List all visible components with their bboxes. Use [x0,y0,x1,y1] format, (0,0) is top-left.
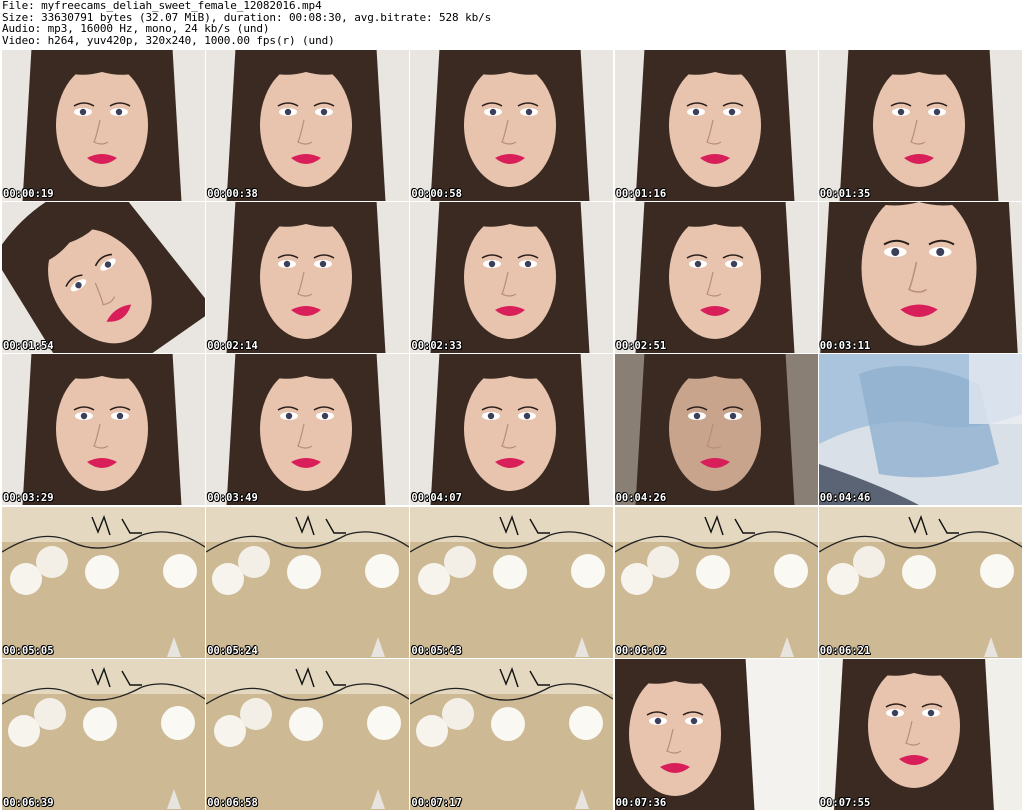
video-thumbnail: 00:06:58 [206,658,410,810]
thumbnail-timestamp: 00:01:35 [819,188,871,200]
thumbnail-grid: 00:00:19 00:00:38 00:00:58 00:01:16 00:0… [2,50,1022,810]
thumbnail-image [206,354,410,506]
thumbnail-timestamp: 00:01:54 [3,340,54,353]
thumbnail-image [818,506,1022,658]
thumbnail-timestamp: 00:06:02 [615,644,667,657]
thumbnail-image [206,506,410,658]
thumbnail-timestamp: 00:06:21 [819,644,871,657]
thumbnail-image [206,658,410,810]
thumbnail-image [410,202,614,354]
thumbnail-image [2,202,205,354]
thumbnail-image [2,658,205,810]
thumbnail-image [818,354,1022,506]
video-thumbnail: 00:06:02 [614,506,818,658]
thumbnail-timestamp: 00:02:33 [411,340,462,353]
thumbnail-image [2,506,205,658]
video-thumbnail: 00:05:43 [410,506,614,658]
thumbnail-timestamp: 00:02:51 [615,340,667,353]
video-line: Video: h264, yuv420p, 320x240, 1000.00 f… [2,33,335,47]
thumbnail-timestamp: 00:00:38 [207,188,258,200]
thumbnail-image [614,202,818,354]
video-thumbnail: 00:05:05 [2,506,205,658]
video-thumbnail: 00:01:54 [2,202,205,354]
video-thumbnail: 00:07:17 [410,658,614,810]
video-thumbnail: 00:04:07 [410,354,614,506]
thumbnail-timestamp: 00:07:17 [411,796,462,809]
thumbnail-timestamp: 00:06:39 [3,796,54,809]
thumbnail-image [818,202,1022,354]
thumbnail-timestamp: 00:06:58 [207,796,258,809]
file-name-line: File: myfreecams_deliah_sweet_female_120… [2,0,322,12]
thumbnail-timestamp: 00:00:58 [411,188,462,200]
thumbnail-image [818,50,1022,201]
thumbnail-image [818,658,1022,810]
video-thumbnail: 00:06:21 [818,506,1022,658]
video-thumbnail: 00:07:36 [614,658,818,810]
video-thumbnail: 00:02:33 [410,202,614,354]
thumbnail-image [410,506,614,658]
thumbnail-image [614,506,818,658]
video-thumbnail: 00:03:11 [818,202,1022,354]
thumbnail-image [2,354,205,506]
video-thumbnail: 00:00:38 [206,50,410,201]
thumbnail-timestamp: 00:05:24 [207,644,258,657]
thumbnail-timestamp: 00:03:11 [819,340,871,353]
thumbnail-image [410,50,614,201]
file-info-header: File: myfreecams_deliah_sweet_female_120… [2,0,491,46]
video-thumbnail: 00:04:46 [818,354,1022,506]
video-thumbnail: 00:00:19 [2,50,205,201]
thumbnail-timestamp: 00:04:26 [615,492,667,505]
thumbnail-image [206,202,410,354]
video-thumbnail: 00:03:49 [206,354,410,506]
video-thumbnail: 00:01:35 [818,50,1022,201]
thumbnail-timestamp: 00:00:19 [3,188,54,200]
thumbnail-timestamp: 00:05:05 [3,644,54,657]
video-thumbnail: 00:02:51 [614,202,818,354]
video-thumbnail: 00:05:24 [206,506,410,658]
thumbnail-image [206,50,410,201]
thumbnail-image [614,658,818,810]
video-thumbnail: 00:03:29 [2,354,205,506]
thumbnail-timestamp: 00:04:07 [411,492,462,505]
thumbnail-timestamp: 00:03:29 [3,492,54,505]
thumbnail-timestamp: 00:02:14 [207,340,258,353]
video-thumbnail: 00:00:58 [410,50,614,201]
video-thumbnail: 00:04:26 [614,354,818,506]
video-thumbnail: 00:07:55 [818,658,1022,810]
thumbnail-image [614,50,818,201]
thumbnail-timestamp: 00:03:49 [207,492,258,505]
thumbnail-timestamp: 00:01:16 [615,188,667,200]
audio-line: Audio: mp3, 16000 Hz, mono, 24 kb/s (und… [2,22,270,35]
thumbnail-timestamp: 00:05:43 [411,644,462,657]
video-thumbnail: 00:06:39 [2,658,205,810]
thumbnail-image [410,354,614,506]
thumbnail-image [410,658,614,810]
thumbnail-timestamp: 00:07:55 [819,796,871,809]
thumbnail-timestamp: 00:04:46 [819,492,871,505]
thumbnail-timestamp: 00:07:36 [615,796,667,809]
thumbnail-image [2,50,205,201]
video-thumbnail: 00:02:14 [206,202,410,354]
video-thumbnail: 00:01:16 [614,50,818,201]
thumbnail-image [614,354,818,506]
